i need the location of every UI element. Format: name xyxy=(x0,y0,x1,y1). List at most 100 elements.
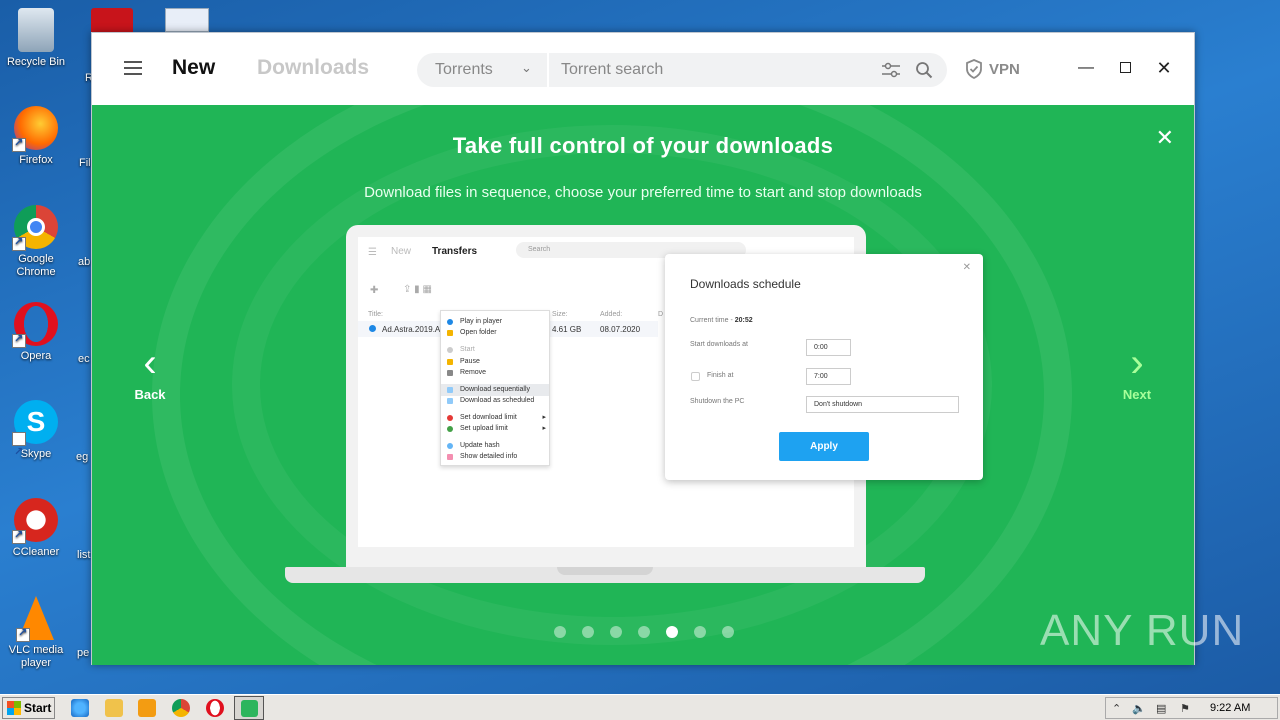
desktop-icon-firefox[interactable]: Firefox xyxy=(0,106,72,167)
mini-menu-item: Download as scheduled xyxy=(441,395,549,407)
start-label: Start downloads at xyxy=(690,341,748,348)
pagination-dot[interactable] xyxy=(694,626,706,638)
desktop-icon-label: Recycle Bin xyxy=(6,56,66,68)
mini-menu-item: Start xyxy=(441,344,549,356)
start-time-field: 0:00 xyxy=(806,339,851,356)
desktop-icon-skype[interactable]: S Skype xyxy=(0,400,72,474)
promo-subtitle: Download files in sequence, choose your … xyxy=(364,184,922,201)
search-category-dropdown[interactable]: Torrents xyxy=(435,61,493,79)
desktop-icon-vlc[interactable]: VLC media player xyxy=(0,596,72,670)
mini-tab-transfers: Transfers xyxy=(432,246,478,257)
desktop-icon-recycle-bin[interactable]: Recycle Bin xyxy=(0,8,72,69)
mini-row-name: Ad.Astra.2019.A xyxy=(382,325,441,334)
ie-icon[interactable] xyxy=(71,699,89,717)
mini-menu-item: Remove xyxy=(441,367,549,379)
mini-context-menu: Play in player Open folder Start Pause R… xyxy=(440,310,550,466)
mini-toolbar-icons: ⇪ ▮ ▦ xyxy=(403,284,432,295)
desktop-icon-opera[interactable]: Opera xyxy=(0,302,72,363)
search-icon[interactable] xyxy=(915,61,933,79)
vpn-button[interactable]: VPN xyxy=(965,57,1020,81)
pagination-dot[interactable] xyxy=(638,626,650,638)
menu-icon[interactable] xyxy=(124,61,142,75)
windows-logo-icon xyxy=(7,701,21,715)
mini-menu-item: Show detailed info xyxy=(441,451,549,463)
search-input[interactable] xyxy=(561,59,861,81)
pagination-dots xyxy=(554,626,734,638)
desktop-icon-label: VLC media player xyxy=(8,644,64,669)
explorer-icon[interactable] xyxy=(105,699,123,717)
network-icon[interactable]: ▤ xyxy=(1156,702,1166,715)
shutdown-label: Shutdown the PC xyxy=(690,398,745,405)
minimize-button[interactable]: — xyxy=(1077,59,1095,77)
media-player-icon[interactable] xyxy=(138,699,156,717)
start-button[interactable]: Start xyxy=(2,697,55,719)
promo-title: Take full control of your downloads xyxy=(452,133,834,158)
partial-label: Fil xyxy=(79,157,91,169)
partial-label: list xyxy=(77,549,91,561)
flag-icon[interactable]: ⚑ xyxy=(1180,702,1190,715)
firefox-icon xyxy=(12,106,58,152)
torrent-app-taskbar-button[interactable] xyxy=(234,696,264,720)
desktop-icon-label: Opera xyxy=(20,350,52,362)
tab-new[interactable]: New xyxy=(172,56,215,80)
filter-icon[interactable] xyxy=(881,62,901,78)
search-bar: Torrents ⌄ xyxy=(417,53,947,87)
close-icon: ✕ xyxy=(962,262,971,273)
pagination-dot[interactable] xyxy=(722,626,734,638)
speaker-icon[interactable]: 🔈 xyxy=(1132,702,1146,715)
mini-search-placeholder: Search xyxy=(528,246,551,253)
pagination-dot[interactable] xyxy=(582,626,594,638)
mini-col-title: Title: xyxy=(368,311,383,318)
pagination-dot[interactable] xyxy=(554,626,566,638)
pagination-dot-active[interactable] xyxy=(666,626,678,638)
pagination-dot[interactable] xyxy=(610,626,622,638)
desktop-icon-chrome[interactable]: Google Chrome xyxy=(0,205,72,279)
taskbar: Start ⌃ 🔈 ▤ ⚑ 9:22 AM xyxy=(0,694,1280,720)
close-button[interactable]: ✕ xyxy=(1155,59,1173,77)
back-button[interactable]: ‹ Back xyxy=(132,343,168,402)
desktop-icon-adobe[interactable] xyxy=(91,8,133,32)
anyrun-watermark: ANY RUN xyxy=(1040,606,1245,655)
desktop-icon-word[interactable] xyxy=(165,8,209,32)
opera-icon xyxy=(12,302,58,348)
mini-menu-item: Set upload limit ▸ xyxy=(441,423,549,435)
maximize-button[interactable] xyxy=(1116,59,1134,77)
vpn-label: VPN xyxy=(989,60,1020,78)
opera-icon[interactable] xyxy=(206,699,224,717)
close-icon[interactable]: ✕ xyxy=(1156,125,1174,151)
app-window: New Downloads Torrents ⌄ VPN xyxy=(91,32,1195,665)
mini-menu-icon: ☰ xyxy=(368,247,377,258)
schedule-title: Downloads schedule xyxy=(690,277,801,291)
mini-row-added: 08.07.2020 xyxy=(600,325,641,334)
download-icon xyxy=(241,700,258,717)
partial-label: ec xyxy=(78,353,90,365)
schedule-dialog: Downloads schedule ✕ Current time - 20:5… xyxy=(665,254,983,480)
back-label: Back xyxy=(134,387,166,402)
clock[interactable]: 9:22 AM xyxy=(1210,702,1250,714)
desktop-icon-label: Google Chrome xyxy=(16,253,56,278)
recycle-bin-icon xyxy=(18,8,54,52)
current-time-row: Current time - 20:52 xyxy=(690,317,753,324)
partial-label: pe xyxy=(77,647,90,659)
tab-downloads[interactable]: Downloads xyxy=(257,56,369,80)
desktop-icon-label: Skype xyxy=(20,448,52,460)
chevron-right-icon: › xyxy=(1130,341,1144,385)
chrome-icon[interactable] xyxy=(172,699,190,717)
chevron-down-icon[interactable]: ⌄ xyxy=(521,60,532,76)
finish-checkbox xyxy=(691,372,700,381)
ccleaner-icon xyxy=(12,498,58,544)
shield-icon xyxy=(966,59,982,79)
mini-col-d: D xyxy=(658,311,664,318)
next-button[interactable]: › Next xyxy=(1119,343,1155,402)
top-bar: New Downloads Torrents ⌄ VPN xyxy=(92,33,1194,105)
mini-add-icon: ✚ xyxy=(370,285,379,296)
shutdown-select: Don't shutdown xyxy=(806,396,959,413)
mini-col-size: Size: xyxy=(552,311,568,318)
partial-label: ab xyxy=(78,256,91,268)
skype-icon: S xyxy=(12,400,58,474)
mini-tab-new: New xyxy=(391,246,412,257)
desktop-icon-ccleaner[interactable]: CCleaner xyxy=(0,498,72,559)
tray-expand-icon[interactable]: ⌃ xyxy=(1112,702,1121,715)
desktop-icon-label: Firefox xyxy=(19,154,53,166)
finish-label: Finish at xyxy=(707,372,734,379)
